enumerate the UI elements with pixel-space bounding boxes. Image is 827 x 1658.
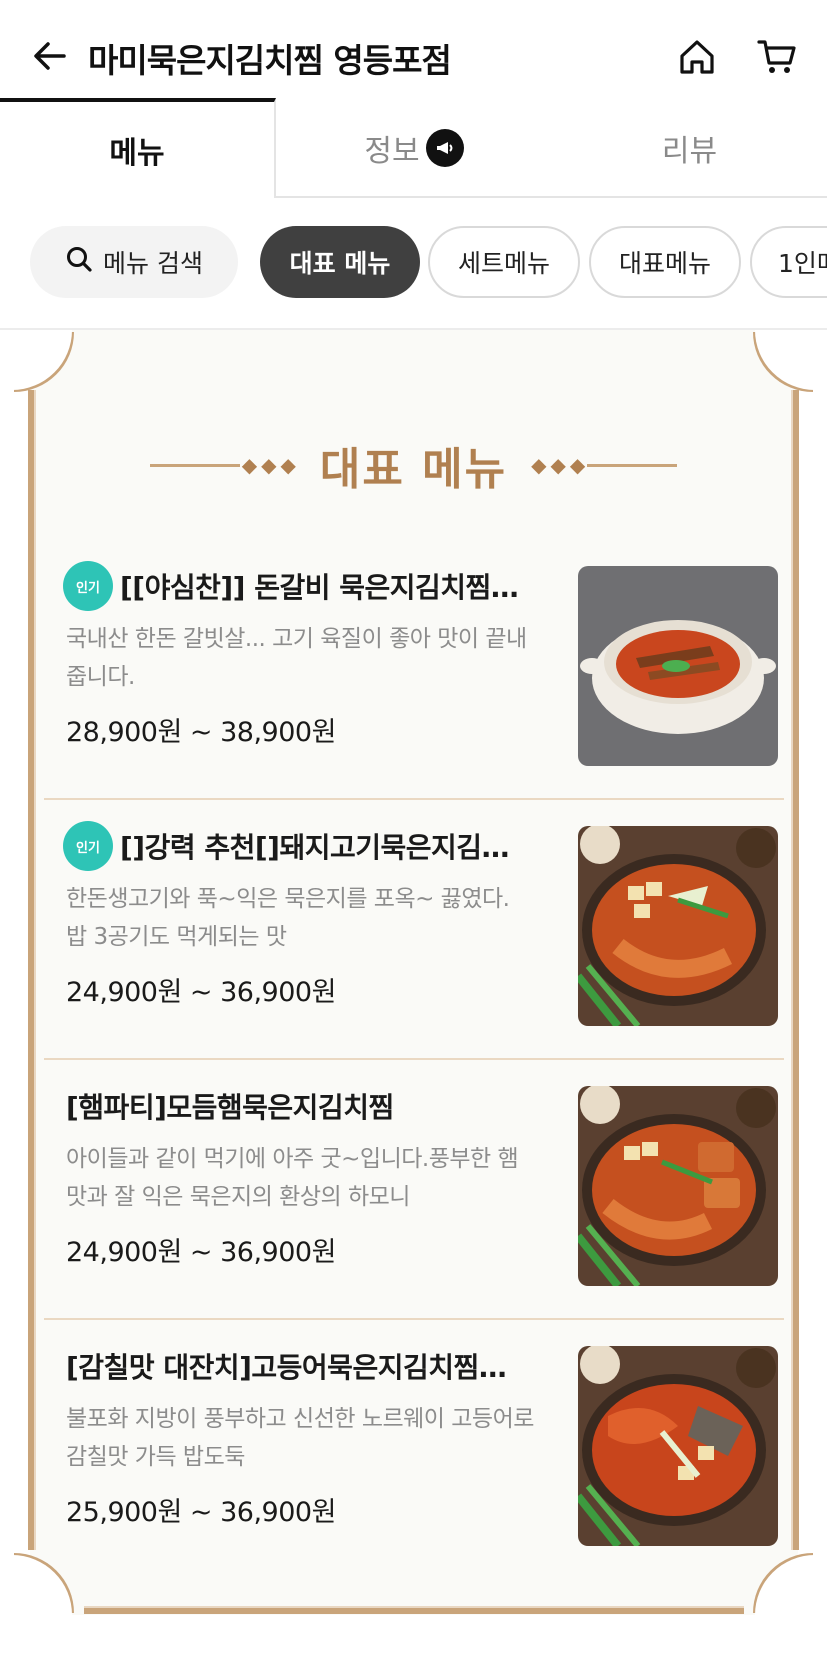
menu-item[interactable]: 인기 []강력 추천[]돼지고기묵은지김… 한돈생고기와 푹~익은 묵은지를 포… xyxy=(44,800,784,1060)
category-chips: 메뉴 검색 대표 메뉴 세트메뉴 대표메뉴 1인메 xyxy=(0,226,827,302)
menu-item-text: [감칠맛 대잔치]고등어묵은지김치찜… 불포화 지방이 풍부하고 신선한 노르웨… xyxy=(66,1342,536,1529)
menu-item-name: [[야심찬]] 돈갈비 묵은지김치찜… xyxy=(120,571,519,604)
cart-button[interactable] xyxy=(752,34,802,84)
tab-menu[interactable]: 메뉴 xyxy=(0,98,276,198)
pork-rib-kimchi-stew-photo xyxy=(578,566,778,766)
chip-representative-menu-2[interactable]: 대표메뉴 xyxy=(589,226,741,298)
chip-representative-menu[interactable]: 대표 메뉴 xyxy=(260,226,420,298)
menu-item-text: [햄파티]모듬햄묵은지김치찜 아이들과 같이 먹기에 아주 굿~입니다.풍부한 … xyxy=(66,1082,536,1269)
tab-review[interactable]: 리뷰 xyxy=(552,98,827,198)
chip-set-menu[interactable]: 세트메뉴 xyxy=(428,226,580,298)
mackerel-kimchi-stew-photo xyxy=(578,1346,778,1546)
home-icon xyxy=(678,38,716,80)
menu-item-text: 인기 [[야심찬]] 돈갈비 묵은지김치찜… 국내산 한돈 갈빗살... 고기 … xyxy=(66,562,536,749)
frame-border-right xyxy=(791,390,799,1550)
tab-label: 리뷰 xyxy=(661,134,718,169)
tab-label: 메뉴 xyxy=(109,136,165,171)
tab-bar: 메뉴 정보 리뷰 xyxy=(0,98,827,198)
ornament-right: ◆ ◆ ◆ xyxy=(529,453,678,477)
menu-item-text: 인기 []강력 추천[]돼지고기묵은지김… 한돈생고기와 푹~익은 묵은지를 포… xyxy=(66,822,536,1009)
menu-item-name: [감칠맛 대잔치]고등어묵은지김치찜… xyxy=(66,1351,507,1384)
menu-item-price: 24,900원 ~ 36,900원 xyxy=(66,977,336,1008)
popular-badge: 인기 xyxy=(66,824,110,868)
menu-item-description: 국내산 한돈 갈빗살... 고기 육질이 좋아 맛이 끝내줍니다. xyxy=(66,626,527,690)
menu-search-button[interactable]: 메뉴 검색 xyxy=(30,226,238,298)
section-header: ◆ ◆ ◆ 대표 메뉴 ◆ ◆ ◆ xyxy=(12,430,815,500)
menu-item[interactable]: [감칠맛 대잔치]고등어묵은지김치찜… 불포화 지방이 풍부하고 신선한 노르웨… xyxy=(44,1320,784,1580)
menu-item-price: 28,900원 ~ 38,900원 xyxy=(66,717,336,748)
app-header: 마미묵은지김치찜 영등포점 xyxy=(0,0,827,100)
page-title: 마미묵은지김치찜 영등포점 xyxy=(88,41,452,80)
megaphone-icon xyxy=(425,129,464,167)
frame-border-left xyxy=(28,390,36,1550)
frame-border-bottom xyxy=(84,1606,744,1614)
ornament-left: ◆ ◆ ◆ xyxy=(149,453,298,477)
menu-list: 인기 [[야심찬]] 돈갈비 묵은지김치찜… 국내산 한돈 갈빗살... 고기 … xyxy=(44,540,784,1580)
menu-item-description: 아이들과 같이 먹기에 아주 굿~입니다.풍부한 햄맛과 잘 익은 묵은지의 환… xyxy=(66,1146,519,1210)
menu-item-name: []강력 추천[]돼지고기묵은지김… xyxy=(120,831,510,864)
pork-kimchi-stew-photo xyxy=(578,826,778,1026)
menu-item-description: 불포화 지방이 풍부하고 신선한 노르웨이 고등어로 감칠맛 가득 밥도둑 xyxy=(66,1406,534,1470)
tab-label: 정보 xyxy=(364,134,420,169)
arrow-left-icon xyxy=(32,38,68,78)
menu-item[interactable]: [햄파티]모듬햄묵은지김치찜 아이들과 같이 먹기에 아주 굿~입니다.풍부한 … xyxy=(44,1060,784,1320)
ham-kimchi-stew-photo xyxy=(578,1086,778,1286)
menu-item-price: 24,900원 ~ 36,900원 xyxy=(66,1237,336,1268)
menu-item-name: [햄파티]모듬햄묵은지김치찜 xyxy=(66,1091,394,1124)
menu-item[interactable]: 인기 [[야심찬]] 돈갈비 묵은지김치찜… 국내산 한돈 갈빗살... 고기 … xyxy=(44,540,784,800)
tab-info[interactable]: 정보 xyxy=(276,98,552,198)
menu-item-price: 25,900원 ~ 36,900원 xyxy=(66,1497,336,1528)
chip-label: 메뉴 검색 xyxy=(103,249,203,278)
cart-icon xyxy=(757,37,797,81)
menu-section-card: ◆ ◆ ◆ 대표 메뉴 ◆ ◆ ◆ 인기 [[야심찬]] 돈갈비 묵은지김치찜… 국내산… xyxy=(12,330,815,1615)
search-icon xyxy=(65,245,103,279)
back-button[interactable] xyxy=(28,36,72,80)
chip-single-menu[interactable]: 1인메 xyxy=(750,226,827,298)
home-button[interactable] xyxy=(672,34,722,84)
popular-badge: 인기 xyxy=(66,564,110,608)
section-title: 대표 메뉴 xyxy=(319,444,508,495)
menu-item-description: 한돈생고기와 푹~익은 묵은지를 포옥~ 끓였다. 밥 3공기도 먹게되는 맛 xyxy=(66,886,510,950)
